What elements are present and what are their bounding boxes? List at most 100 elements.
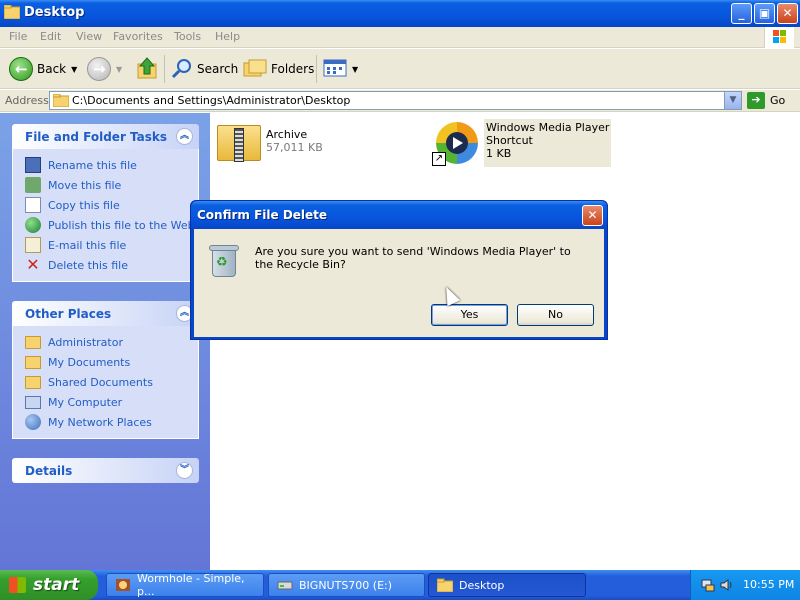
close-button[interactable]: ✕ <box>777 3 798 24</box>
place-my-computer[interactable]: My Computer <box>25 392 198 412</box>
up-button[interactable] <box>136 55 158 83</box>
menu-favorites[interactable]: Favorites <box>113 30 163 43</box>
views-button[interactable]: ▼ <box>323 55 358 83</box>
delete-icon: ✕ <box>26 255 40 274</box>
computer-icon <box>25 395 41 409</box>
windows-logo-icon <box>764 27 794 48</box>
menu-view[interactable]: View <box>76 30 102 43</box>
place-label: My Network Places <box>48 415 152 429</box>
task-copy[interactable]: Copy this file <box>25 195 198 215</box>
chevron-down-icon[interactable]: ▼ <box>71 65 77 74</box>
forward-button[interactable]: → ▼ <box>87 55 122 83</box>
menu-file[interactable]: File <box>9 30 27 43</box>
task-label: E-mail this file <box>48 238 127 252</box>
search-button[interactable]: Search <box>171 55 238 83</box>
panel-title: File and Folder Tasks <box>25 130 168 144</box>
panel-title: Other Places <box>25 307 112 321</box>
folders-label: Folders <box>271 62 315 76</box>
folders-icon <box>243 58 267 81</box>
drive-icon <box>277 578 293 592</box>
back-button[interactable]: ← Back ▼ <box>9 55 77 83</box>
views-icon <box>323 58 347 81</box>
file-item-media-player[interactable]: ↗ Windows Media Player Shortcut 1 KB <box>432 119 612 167</box>
folders-button[interactable]: Folders <box>243 55 314 83</box>
task-move[interactable]: Move this file <box>25 175 198 195</box>
toolbar: ← Back ▼ → ▼ Search Folders ▼ <box>0 49 800 89</box>
network-icon <box>25 414 41 430</box>
dialog-title: Confirm File Delete <box>197 208 328 222</box>
system-tray: 10:55 PM <box>690 570 800 600</box>
file-item-archive[interactable]: Archive 57,011 KB <box>214 119 323 167</box>
panel-title: Details <box>25 464 73 478</box>
folder-icon <box>25 335 41 349</box>
file-tasks-list: Rename this file Move this file Copy thi… <box>12 149 199 282</box>
folder-icon <box>436 578 454 593</box>
wormhole-app-icon <box>115 578 131 592</box>
confirm-delete-dialog: Confirm File Delete ✕ ♻ Are you sure you… <box>190 200 608 340</box>
place-shared-documents[interactable]: Shared Documents <box>25 372 198 392</box>
expand-icon[interactable]: ︾ <box>176 462 193 479</box>
chevron-down-icon[interactable]: ▼ <box>352 65 358 74</box>
menu-tools[interactable]: Tools <box>174 30 201 43</box>
place-my-network[interactable]: My Network Places <box>25 412 198 432</box>
recycle-bin-icon: ♻ <box>209 243 239 277</box>
menu-edit[interactable]: Edit <box>40 30 61 43</box>
folder-icon <box>3 4 21 20</box>
address-path: C:\Documents and Settings\Administrator\… <box>72 94 351 107</box>
move-icon <box>25 177 41 193</box>
maximize-button[interactable]: ▣ <box>754 3 775 24</box>
dialog-close-button[interactable]: ✕ <box>582 205 603 226</box>
window-titlebar: Desktop _ ▣ ✕ <box>0 0 800 27</box>
details-header[interactable]: Details ︾ <box>12 458 199 483</box>
window-title: Desktop <box>24 5 85 20</box>
collapse-icon[interactable]: ︽ <box>176 128 193 145</box>
file-tasks-header[interactable]: File and Folder Tasks ︽ <box>12 124 199 149</box>
taskbar-item-desktop[interactable]: Desktop <box>428 573 586 597</box>
up-folder-icon <box>136 56 158 83</box>
windows-flag-icon <box>9 577 26 593</box>
address-dropdown-icon[interactable]: ▼ <box>724 92 741 109</box>
details-panel: Details ︾ <box>12 458 199 483</box>
place-label: My Documents <box>48 355 131 369</box>
taskbar-item-label: Desktop <box>459 578 505 592</box>
place-my-documents[interactable]: My Documents <box>25 352 198 372</box>
place-label: Administrator <box>48 335 123 349</box>
tray-network-icon[interactable] <box>701 578 715 592</box>
start-button[interactable]: start <box>0 570 98 600</box>
clock: 10:55 PM <box>743 578 795 591</box>
other-places-header[interactable]: Other Places ︽ <box>12 301 199 326</box>
rename-icon <box>25 157 41 173</box>
file-view: Archive 57,011 KB ↗ Windows Media Player… <box>210 113 800 570</box>
copy-icon <box>25 197 41 213</box>
email-icon <box>25 237 41 253</box>
task-publish[interactable]: Publish this file to the Web <box>25 215 198 235</box>
file-tasks-panel: File and Folder Tasks ︽ Rename this file… <box>12 124 199 282</box>
dialog-message: Are you sure you want to send 'Windows M… <box>255 245 571 271</box>
chevron-down-icon[interactable]: ▼ <box>116 65 122 74</box>
place-administrator[interactable]: Administrator <box>25 332 198 352</box>
yes-button[interactable]: Yes <box>431 304 508 326</box>
file-name: Windows Media Player <box>486 121 610 134</box>
task-email[interactable]: E-mail this file <box>25 235 198 255</box>
address-input[interactable]: C:\Documents and Settings\Administrator\… <box>49 91 742 110</box>
task-rename[interactable]: Rename this file <box>25 155 198 175</box>
file-size: 1 KB <box>486 147 512 160</box>
taskbar-item-wormhole[interactable]: Wormhole - Simple, p... <box>106 572 264 598</box>
tray-volume-icon[interactable] <box>719 578 733 592</box>
menu-help[interactable]: Help <box>215 30 240 43</box>
my-documents-icon <box>25 355 41 369</box>
no-button[interactable]: No <box>517 304 594 326</box>
taskbar-item-label: Wormhole - Simple, p... <box>137 572 245 598</box>
file-name: Archive <box>266 128 308 141</box>
file-type: Shortcut <box>486 134 533 147</box>
minimize-button[interactable]: _ <box>731 3 752 24</box>
go-button[interactable]: ➔ Go <box>747 92 785 109</box>
address-label: Address <box>5 94 49 107</box>
other-places-list: Administrator My Documents Shared Docume… <box>12 326 199 439</box>
shortcut-arrow-icon: ↗ <box>432 152 446 166</box>
place-label: My Computer <box>48 395 123 409</box>
taskbar-item-drive[interactable]: BIGNUTS700 (E:) <box>268 573 425 597</box>
task-delete[interactable]: ✕ Delete this file <box>25 255 198 275</box>
dialog-body: ♻ Are you sure you want to send 'Windows… <box>194 229 604 337</box>
taskbar-item-label: BIGNUTS700 (E:) <box>299 578 393 592</box>
